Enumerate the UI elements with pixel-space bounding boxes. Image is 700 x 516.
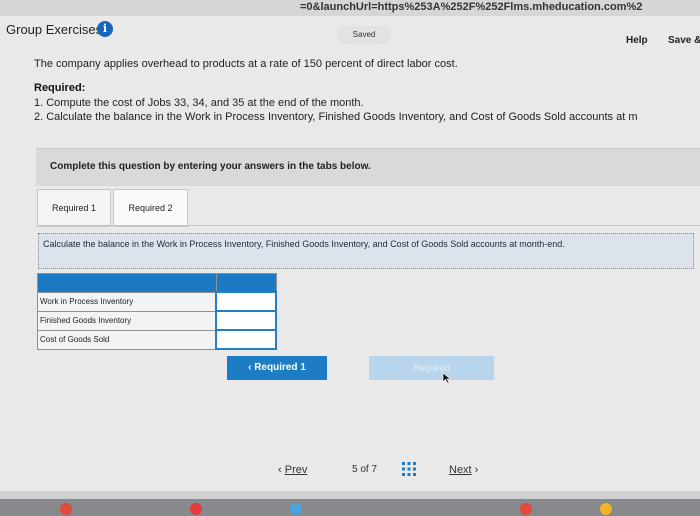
task-prompt-box: Calculate the balance in the Work in Pro… xyxy=(38,233,694,269)
row-label-cogs: Cost of Goods Sold xyxy=(37,329,217,350)
save-exit-button[interactable]: Save & xyxy=(668,35,700,46)
url-text: =0&launchUrl=https%253A%252F%252Flms.mhe… xyxy=(300,1,643,13)
mouse-cursor-icon xyxy=(442,372,452,384)
instructions-banner: Complete this question by entering your … xyxy=(36,148,700,186)
page-title: Group Exercises xyxy=(6,22,103,37)
prev-page-label: Prev xyxy=(284,464,308,476)
row-label-wip: Work in Process Inventory xyxy=(37,291,217,312)
os-dock xyxy=(0,499,700,516)
required-item-1: 1. Compute the cost of Jobs 33, 34, and … xyxy=(34,97,364,109)
dock-app-icon[interactable] xyxy=(60,503,72,515)
prev-required-button[interactable]: ‹ Required 1 xyxy=(227,356,327,380)
dock-app-icon[interactable] xyxy=(190,503,202,515)
chevron-right-icon: › xyxy=(471,464,479,476)
balance-table: Work in Process Inventory Finished Goods… xyxy=(37,273,277,350)
cogs-balance-input[interactable] xyxy=(215,329,277,350)
next-required-button[interactable]: Required xyxy=(369,356,494,380)
tab-required-1[interactable]: Required 1 xyxy=(37,189,111,227)
question-intro: The company applies overhead to products… xyxy=(34,58,458,70)
table-row: Cost of Goods Sold xyxy=(37,329,277,350)
grid-menu-icon[interactable] xyxy=(402,462,416,476)
instructions-text: Complete this question by entering your … xyxy=(50,161,371,172)
table-header-row xyxy=(37,273,277,293)
chevron-left-icon: ‹ xyxy=(278,464,285,476)
tab-required-2[interactable]: Required 2 xyxy=(113,189,188,227)
next-page-button[interactable]: Next › xyxy=(449,464,478,476)
wip-balance-input[interactable] xyxy=(215,291,277,312)
page-bottom-bar xyxy=(0,491,700,499)
help-button[interactable]: Help xyxy=(626,35,648,46)
dock-app-icon[interactable] xyxy=(600,503,612,515)
table-row: Work in Process Inventory xyxy=(37,291,277,312)
page-indicator: 5 of 7 xyxy=(352,464,378,475)
task-prompt-text: Calculate the balance in the Work in Pro… xyxy=(43,239,565,249)
info-icon[interactable]: i xyxy=(97,21,113,37)
saved-status-badge: Saved xyxy=(337,26,391,44)
required-item-2: 2. Calculate the balance in the Work in … xyxy=(34,111,638,123)
dock-app-icon[interactable] xyxy=(520,503,532,515)
tabs-divider xyxy=(37,225,700,226)
prev-page-button[interactable]: ‹ Prev xyxy=(278,464,307,476)
finished-goods-balance-input[interactable] xyxy=(215,310,277,331)
prev-required-label: Required 1 xyxy=(254,362,306,373)
required-heading: Required: xyxy=(34,82,86,94)
browser-url-bar[interactable]: =0&launchUrl=https%253A%252F%252Flms.mhe… xyxy=(0,0,700,16)
dock-app-icon[interactable] xyxy=(290,503,302,515)
table-row: Finished Goods Inventory xyxy=(37,310,277,331)
table-header-value-cell xyxy=(215,273,277,293)
row-label-finished-goods: Finished Goods Inventory xyxy=(37,310,217,331)
next-page-label: Next xyxy=(449,464,472,476)
table-header-label-cell xyxy=(37,273,217,293)
